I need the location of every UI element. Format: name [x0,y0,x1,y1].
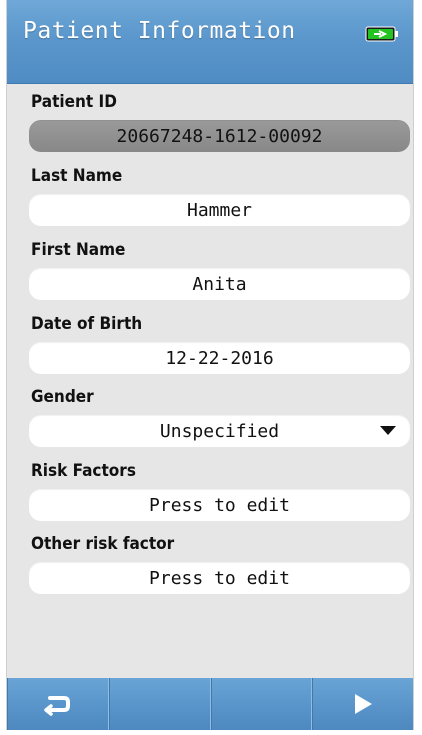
device-screen: Patient Information Patient ID 20667248-… [6,0,414,730]
gender-value: Unspecified [159,420,280,442]
first-name-label: First Name [31,240,126,260]
gender-label: Gender [31,387,94,407]
patient-id-field: 20667248-1612-00092 [29,120,410,152]
first-name-field[interactable]: Anita [29,268,410,300]
return-arrow-icon [44,696,71,716]
risk-factors-label: Risk Factors [31,461,136,481]
last-name-label: Last Name [31,166,123,186]
other-risk-field[interactable]: Press to edit [29,562,410,594]
patient-id-label: Patient ID [31,92,117,112]
bottom-toolbar [7,678,413,730]
title-bar: Patient Information [7,0,413,84]
dob-field[interactable]: 12-22-2016 [29,342,410,374]
back-button[interactable] [7,678,109,730]
toolbar-empty-button-2[interactable] [211,678,313,730]
toolbar-empty-button-1[interactable] [109,678,211,730]
other-risk-label: Other risk factor [31,534,175,554]
risk-factors-field[interactable]: Press to edit [29,489,410,521]
play-right-icon [354,694,372,714]
gender-select[interactable]: Unspecified [29,415,410,447]
last-name-field[interactable]: Hammer [29,194,410,226]
chevron-down-icon [380,426,396,435]
next-button[interactable] [312,678,413,730]
dob-label: Date of Birth [31,314,143,334]
page-title: Patient Information [23,18,296,44]
battery-charging-icon [365,26,398,42]
